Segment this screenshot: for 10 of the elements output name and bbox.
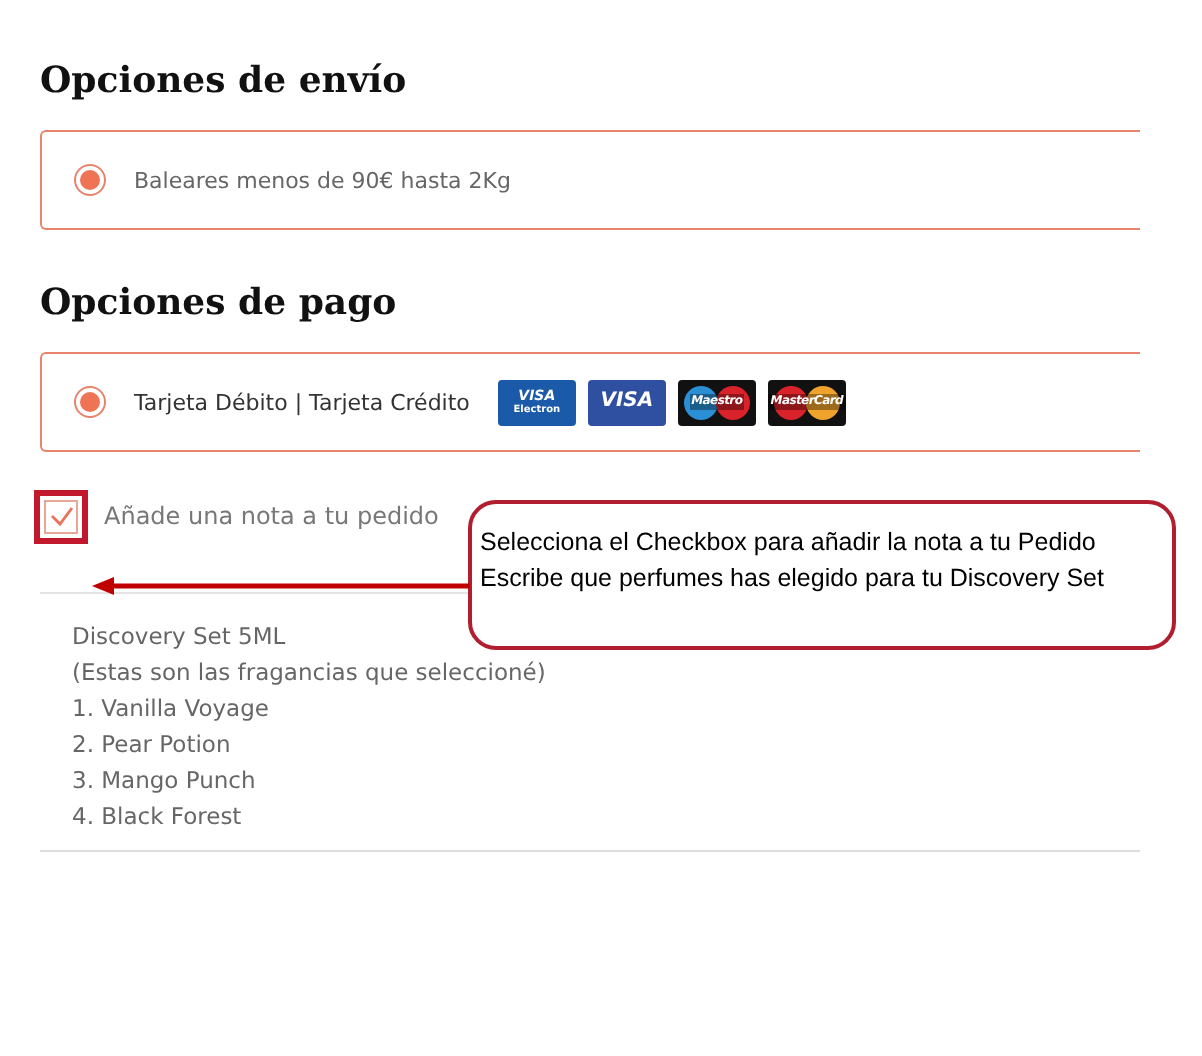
option-label: Baleares menos de 90€ hasta 2Kg	[134, 167, 511, 193]
section-heading: Opciones de envío	[40, 60, 409, 102]
card-logo: VISA	[587, 379, 666, 425]
option-label: Tarjeta Débito | Tarjeta Crédito	[134, 389, 470, 415]
radio-button[interactable]	[74, 386, 106, 418]
checkbox[interactable]	[44, 499, 78, 533]
section-heading: Opciones de pago	[40, 282, 399, 324]
checkbox-label: Añade una nota a tu pedido	[104, 502, 439, 530]
radio-button[interactable]	[74, 164, 106, 196]
callout-tooltip: Selecciona el Checkbox para añadir la nota a tu Pedido Escribe que perfumes has elegido para tu Discovery Set	[468, 500, 1176, 650]
